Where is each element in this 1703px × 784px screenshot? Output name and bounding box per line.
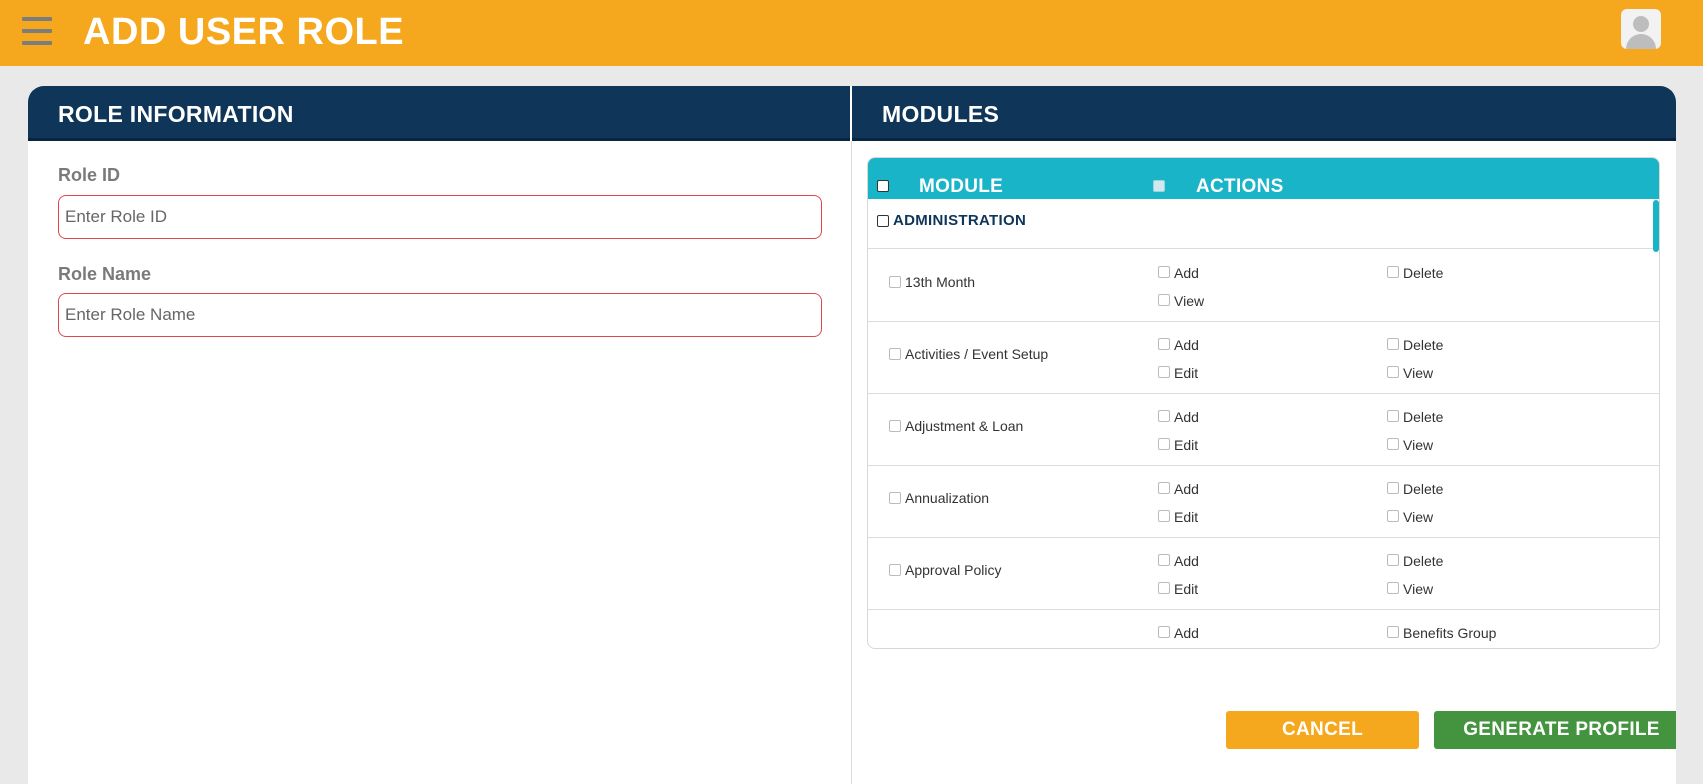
user-avatar-icon[interactable] xyxy=(1621,9,1661,49)
group-row-administration: ADMINISTRATION xyxy=(868,199,1659,249)
action-label: Edit xyxy=(1174,581,1199,597)
action-checkbox[interactable] xyxy=(1387,438,1399,450)
page-title: ADD USER ROLE xyxy=(83,11,405,53)
scrollbar-thumb[interactable] xyxy=(1653,200,1659,252)
module-name: Activities / Event Setup xyxy=(905,346,1049,362)
table-row: Approval Policy Add Delete Edit View xyxy=(868,538,1659,610)
modules-table-header: MODULE ACTIONS xyxy=(868,158,1659,199)
action-checkbox[interactable] xyxy=(1158,266,1170,278)
action-label: Benefits Group xyxy=(1403,625,1497,641)
module-name: Adjustment & Loan xyxy=(905,418,1024,434)
table-row: Adjustment & Loan Add Delete Edit View xyxy=(868,394,1659,466)
action-label: Add xyxy=(1174,625,1199,641)
action-label: View xyxy=(1403,365,1434,381)
module-checkbox[interactable] xyxy=(889,276,901,288)
table-row: 13th Month Add Delete View xyxy=(868,250,1659,322)
top-bar: ADD USER ROLE xyxy=(0,0,1703,66)
action-checkbox[interactable] xyxy=(1387,366,1399,378)
action-label: Add xyxy=(1174,265,1199,281)
action-label: Edit xyxy=(1174,437,1199,453)
module-name: Annualization xyxy=(905,490,990,506)
action-checkbox[interactable] xyxy=(1387,482,1399,494)
action-checkbox[interactable] xyxy=(1387,554,1399,566)
action-label: Delete xyxy=(1403,481,1444,497)
role-id-input[interactable] xyxy=(58,195,822,239)
action-label: Add xyxy=(1174,409,1199,425)
modules-table: MODULE ACTIONS ADMINISTRATION 13th Month… xyxy=(867,157,1660,649)
module-name: Approval Policy xyxy=(905,562,1002,578)
action-label: Delete xyxy=(1403,553,1444,569)
action-label: View xyxy=(1174,293,1205,309)
action-label: Edit xyxy=(1174,509,1199,525)
action-label: Add xyxy=(1174,553,1199,569)
action-checkbox[interactable] xyxy=(1387,582,1399,594)
action-checkbox[interactable] xyxy=(1387,626,1399,638)
action-checkbox[interactable] xyxy=(1387,510,1399,522)
action-checkbox[interactable] xyxy=(1158,438,1170,450)
action-label: View xyxy=(1403,437,1434,453)
module-checkbox[interactable] xyxy=(889,420,901,432)
select-all-actions-checkbox[interactable] xyxy=(1153,180,1165,192)
modules-header: MODULES xyxy=(852,86,1676,141)
action-checkbox[interactable] xyxy=(1158,582,1170,594)
action-checkbox[interactable] xyxy=(1158,554,1170,566)
role-name-label: Role Name xyxy=(58,264,152,284)
group-checkbox-administration[interactable] xyxy=(877,215,889,227)
table-row: Add Benefits Group xyxy=(868,610,1659,648)
action-checkbox[interactable] xyxy=(1158,294,1170,306)
column-header-actions: ACTIONS xyxy=(1196,176,1284,197)
action-checkbox[interactable] xyxy=(1158,366,1170,378)
action-label: Add xyxy=(1174,481,1199,497)
action-label: Delete xyxy=(1403,265,1444,281)
action-checkbox[interactable] xyxy=(1158,482,1170,494)
column-header-module: MODULE xyxy=(919,176,1004,197)
action-checkbox[interactable] xyxy=(1158,626,1170,638)
table-row: Activities / Event Setup Add Delete Edit Vie… xyxy=(868,322,1659,394)
action-checkbox[interactable] xyxy=(1158,510,1170,522)
menu-icon[interactable] xyxy=(22,17,52,45)
module-checkbox[interactable] xyxy=(889,564,901,576)
action-checkbox[interactable] xyxy=(1387,266,1399,278)
action-label: Delete xyxy=(1403,409,1444,425)
role-information-title: ROLE INFORMATION xyxy=(58,101,294,127)
generate-profile-button[interactable]: GENERATE PROFILE xyxy=(1434,711,1676,749)
action-label: Add xyxy=(1174,337,1199,353)
action-label: View xyxy=(1403,509,1434,525)
action-label: Delete xyxy=(1403,337,1444,353)
group-label: ADMINISTRATION xyxy=(893,212,1027,229)
role-id-label: Role ID xyxy=(58,165,121,185)
module-checkbox[interactable] xyxy=(889,348,901,360)
role-name-input[interactable] xyxy=(58,293,822,337)
action-checkbox[interactable] xyxy=(1158,410,1170,422)
panel-divider xyxy=(851,141,852,784)
action-checkbox[interactable] xyxy=(1387,338,1399,350)
table-row: Annualization Add Delete Edit View xyxy=(868,466,1659,538)
cancel-button[interactable]: CANCEL xyxy=(1226,711,1419,749)
modules-title: MODULES xyxy=(882,101,1000,127)
action-checkbox[interactable] xyxy=(1387,410,1399,422)
select-all-modules-checkbox[interactable] xyxy=(877,180,889,192)
modules-table-body[interactable]: ADMINISTRATION 13th Month Add Delete View Ac… xyxy=(868,199,1659,648)
module-name: 13th Month xyxy=(905,274,976,290)
role-information-header: ROLE INFORMATION xyxy=(28,86,850,141)
module-checkbox[interactable] xyxy=(889,492,901,504)
action-checkbox[interactable] xyxy=(1158,338,1170,350)
action-label: View xyxy=(1403,581,1434,597)
main-card: ROLE INFORMATION MODULES Role ID Role Na… xyxy=(28,86,1676,784)
action-label: Edit xyxy=(1174,365,1199,381)
